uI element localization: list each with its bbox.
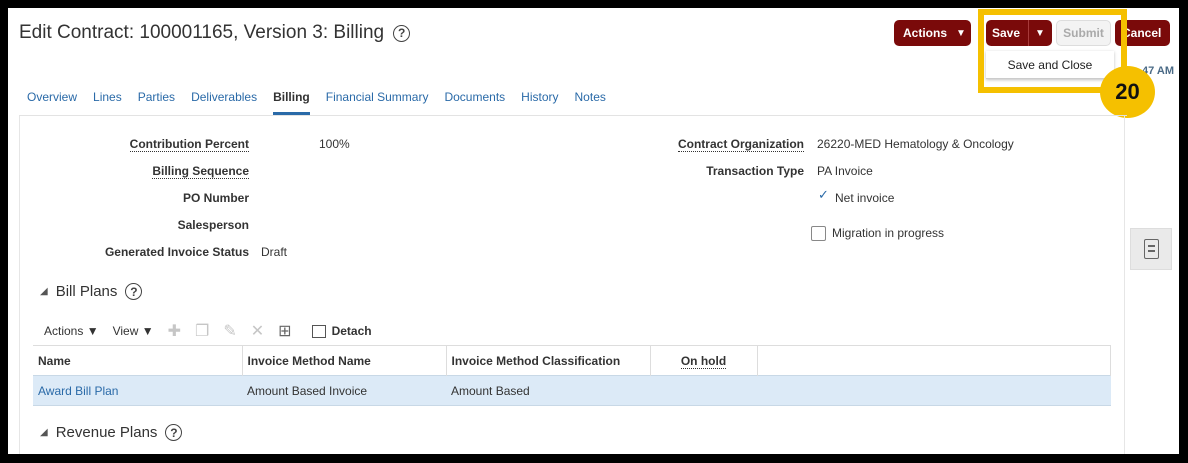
generated-invoice-status-label: Generated Invoice Status xyxy=(104,245,249,259)
bill-plans-title: Bill Plans xyxy=(55,283,118,300)
actions-button-label: Actions xyxy=(903,26,948,40)
tab-lines[interactable]: Lines xyxy=(93,90,122,115)
salesperson-label: Salesperson xyxy=(177,218,249,232)
document-icon xyxy=(1143,239,1159,259)
detach-button[interactable]: Detach xyxy=(311,324,372,339)
bill-plan-name-link[interactable]: Award Bill Plan xyxy=(33,375,242,406)
transaction-type-value: PA Invoice xyxy=(817,164,873,178)
generated-invoice-status-value: Draft xyxy=(261,245,288,259)
tab-parties[interactable]: Parties xyxy=(138,90,175,115)
contract-organization-label: Contract Organization xyxy=(677,137,804,152)
column-header-spacer xyxy=(757,345,1111,376)
help-icon[interactable]: ? xyxy=(393,24,411,42)
actions-button[interactable]: Actions ▼ xyxy=(894,20,971,46)
tab-billing[interactable]: Billing xyxy=(273,90,310,115)
tab-documents[interactable]: Documents xyxy=(444,90,505,115)
collapse-triangle-icon[interactable]: ◢ xyxy=(40,286,48,297)
migration-in-progress-label: Migration in progress xyxy=(832,226,945,240)
contribution-percent-label: Contribution Percent xyxy=(129,137,249,152)
net-invoice-label: Net invoice xyxy=(835,191,895,205)
column-header-on-hold[interactable]: On hold xyxy=(650,345,758,376)
transaction-type-label: Transaction Type xyxy=(706,164,804,178)
spacer-cell xyxy=(757,375,1111,406)
revenue-plans-header[interactable]: ◢ Revenue Plans ? xyxy=(40,424,183,441)
on-hold-cell xyxy=(650,375,757,406)
help-icon[interactable]: ? xyxy=(125,283,143,300)
add-icon[interactable]: ✚ xyxy=(168,321,181,341)
delete-x-icon[interactable]: ✕ xyxy=(251,321,264,341)
tab-overview[interactable]: Overview xyxy=(27,90,77,115)
help-icon[interactable]: ? xyxy=(165,424,183,441)
detach-icon xyxy=(311,325,326,339)
column-header-invoice-method-name[interactable]: Invoice Method Name xyxy=(242,345,447,376)
app-frame: Edit Contract: 100001165, Version 3: Bil… xyxy=(8,8,1179,454)
bill-plans-actions-menu[interactable]: Actions ▼ xyxy=(44,324,99,338)
tab-deliverables[interactable]: Deliverables xyxy=(191,90,257,115)
classification-cell: Amount Based xyxy=(446,375,650,406)
migration-in-progress-checkbox[interactable] xyxy=(811,226,826,241)
po-number-label: PO Number xyxy=(182,191,249,205)
bill-plans-toolbar: Actions ▼ View ▼ ✚ ❐ ✎ ✕ ⊞ Detach xyxy=(44,321,372,341)
caret-down-icon: ▼ xyxy=(956,27,966,39)
tab-bar: Overview Lines Parties Deliverables Bill… xyxy=(27,90,606,115)
table-row[interactable]: Award Bill Plan Amount Based Invoice Amo… xyxy=(33,375,1111,406)
column-header-invoice-method-classification[interactable]: Invoice Method Classification xyxy=(446,345,651,376)
contribution-percent-value: 100% xyxy=(319,137,350,151)
tab-notes[interactable]: Notes xyxy=(575,90,606,115)
side-panel-toggle[interactable] xyxy=(1130,228,1172,270)
duplicate-icon[interactable]: ❐ xyxy=(195,321,209,341)
page-title-text: Edit Contract: 100001165, Version 3: Bil… xyxy=(19,22,385,43)
invoice-method-name-cell: Amount Based Invoice xyxy=(242,375,446,406)
bill-plans-table: Name Invoice Method Name Invoice Method … xyxy=(33,345,1111,406)
collapse-triangle-icon[interactable]: ◢ xyxy=(40,427,48,438)
cancel-button-label: Cancel xyxy=(1122,26,1162,40)
column-header-name[interactable]: Name xyxy=(33,345,243,376)
edit-pencil-icon[interactable]: ✎ xyxy=(223,321,236,341)
table-header-row: Name Invoice Method Name Invoice Method … xyxy=(33,345,1111,376)
billing-sequence-label: Billing Sequence xyxy=(152,164,249,179)
bill-plans-header[interactable]: ◢ Bill Plans ? xyxy=(40,283,143,300)
bill-plans-view-menu[interactable]: View ▼ xyxy=(113,324,154,338)
net-invoice-check-icon: ✓ xyxy=(818,187,829,202)
tab-history[interactable]: History xyxy=(521,90,558,115)
contract-organization-value: 26220-MED Hematology & Oncology xyxy=(817,137,1014,151)
tab-financial-summary[interactable]: Financial Summary xyxy=(326,90,429,115)
revenue-plans-title: Revenue Plans xyxy=(55,424,158,441)
page-title: Edit Contract: 100001165, Version 3: Bil… xyxy=(19,22,411,44)
freeze-columns-icon[interactable]: ⊞ xyxy=(278,321,291,341)
step-number-badge: 20 xyxy=(1100,66,1155,118)
